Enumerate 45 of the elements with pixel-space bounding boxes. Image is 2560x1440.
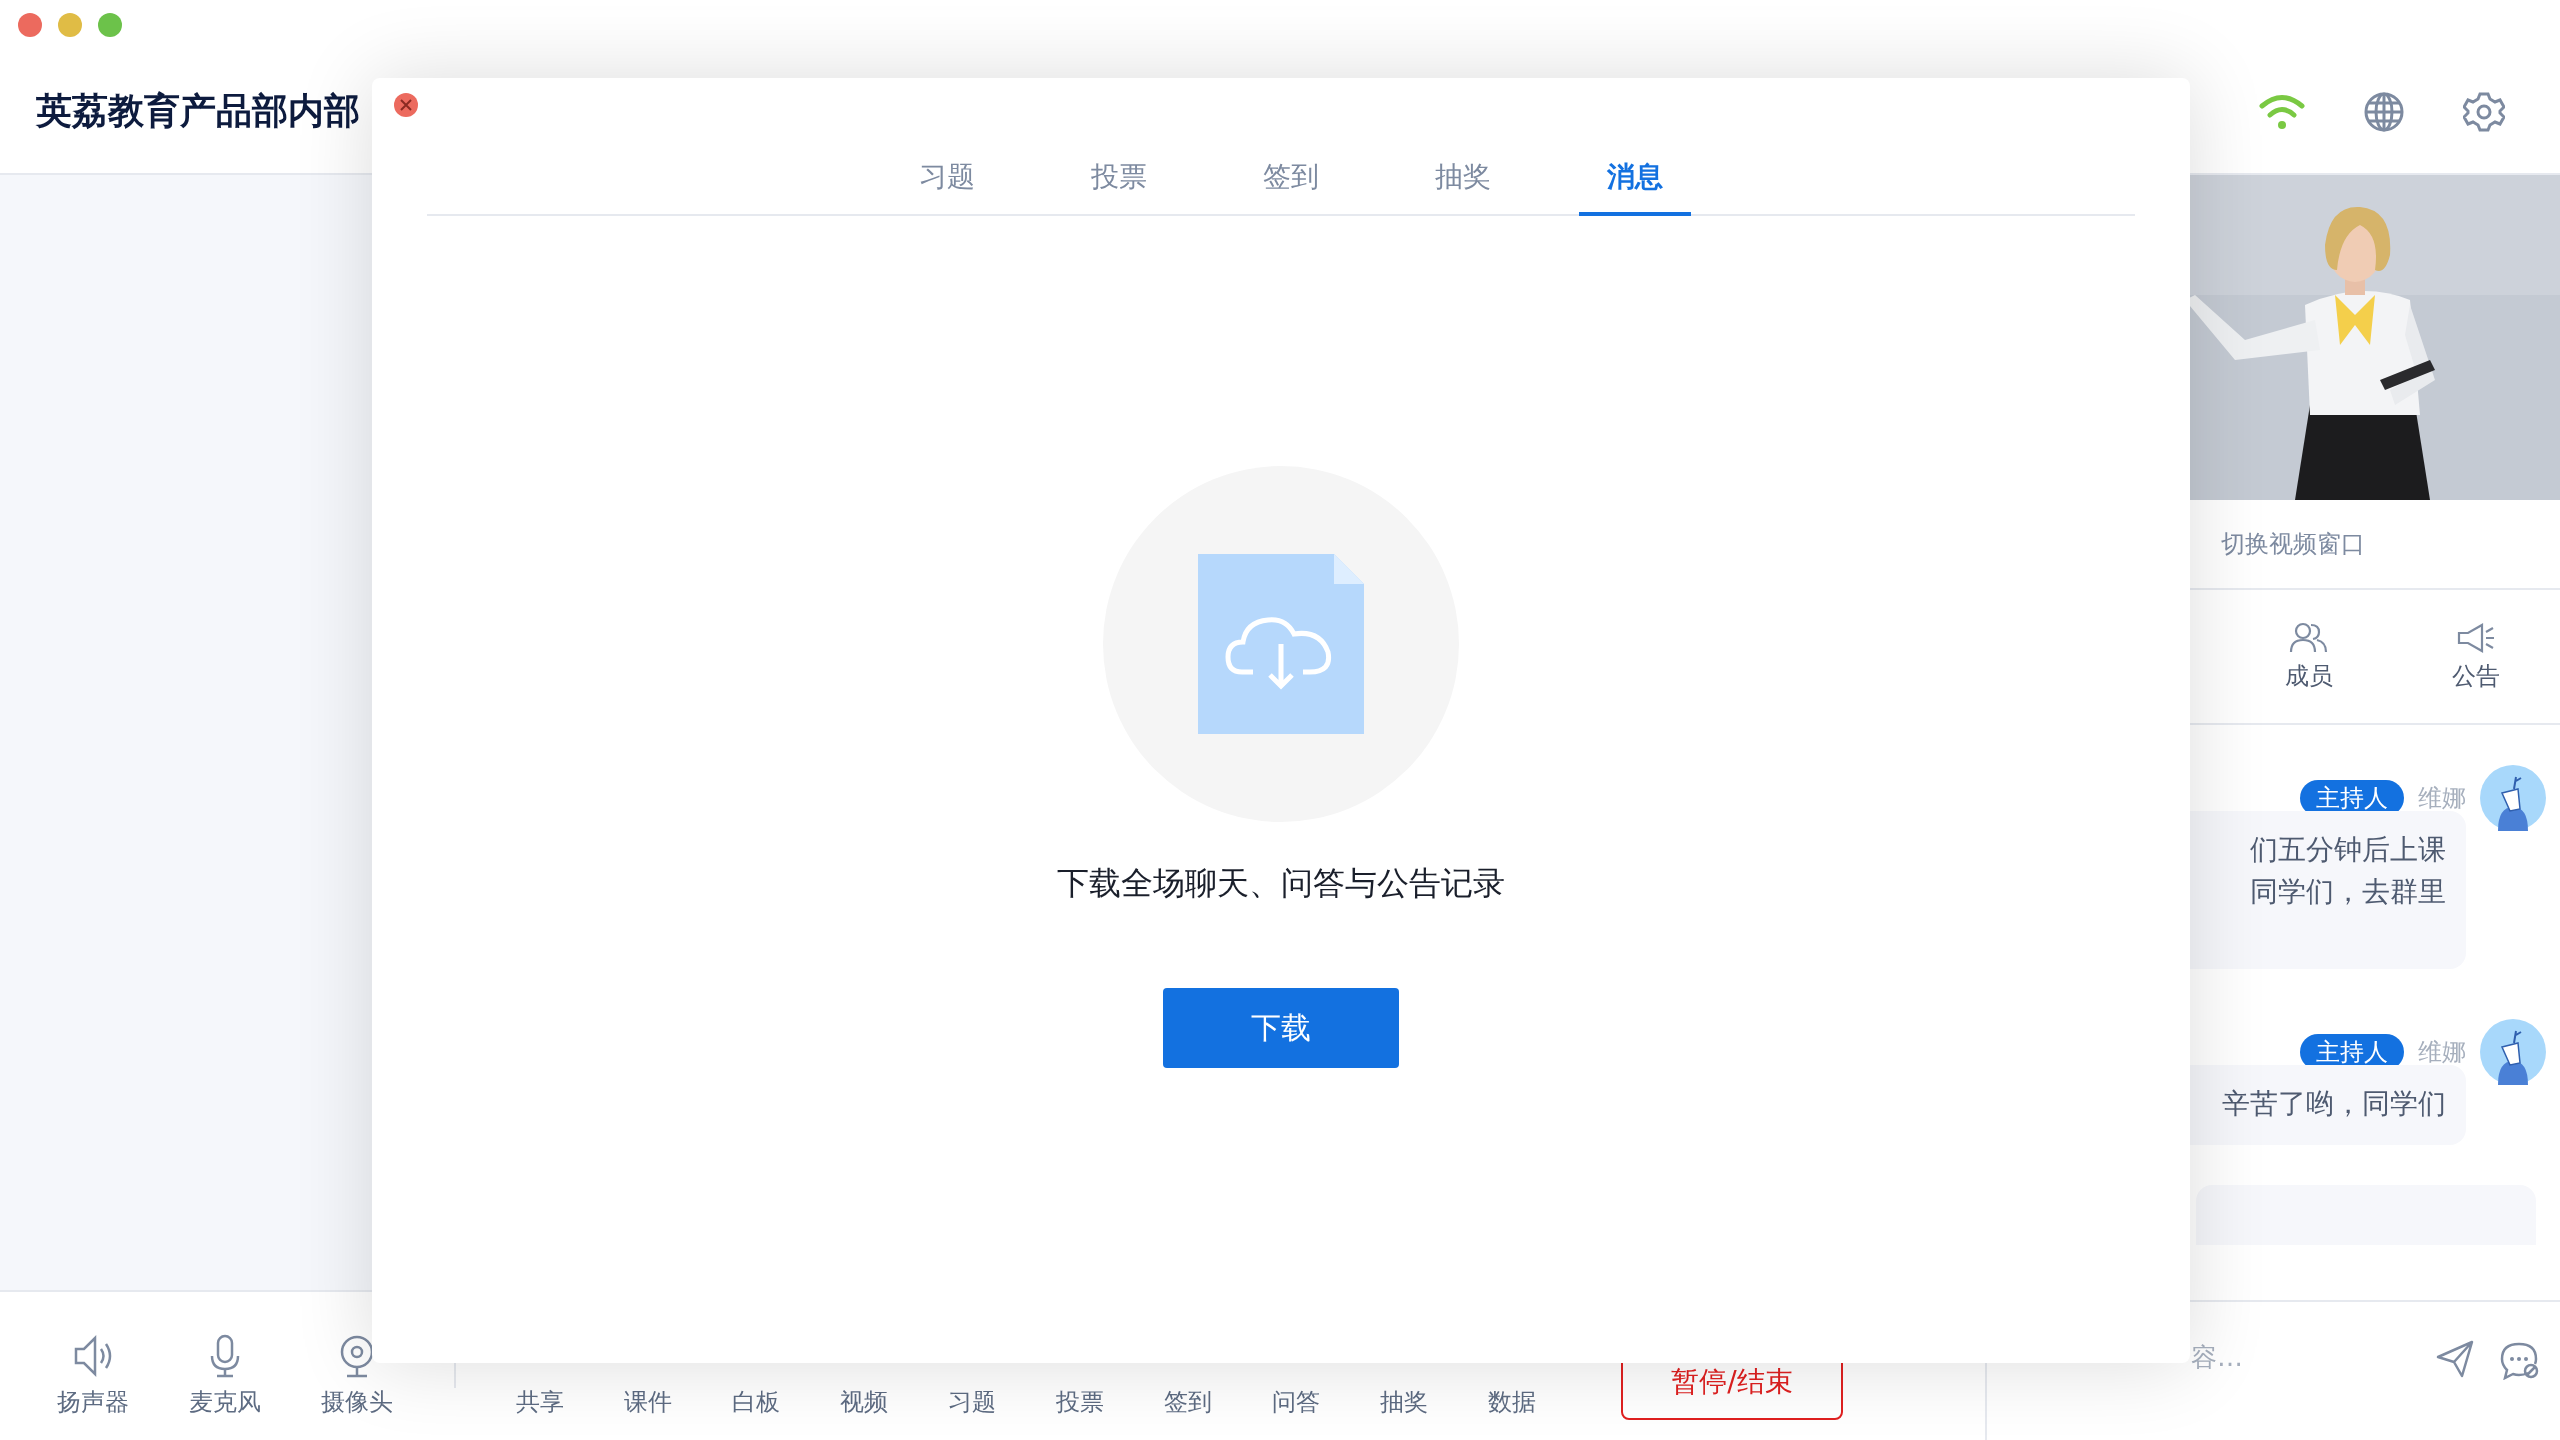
toolbar-button[interactable]: 白板	[712, 1386, 800, 1418]
sender-name: 维娜	[2418, 1037, 2466, 1068]
device-button[interactable]: 扬声器	[38, 1334, 148, 1418]
close-icon	[399, 98, 413, 112]
send-icon[interactable]	[2436, 1340, 2474, 1378]
dialog-tab[interactable]: 投票	[1063, 158, 1175, 216]
maximize-window-button[interactable]	[98, 13, 122, 37]
sender-name: 维娜	[2418, 783, 2466, 814]
dialog-tab[interactable]: 消息	[1579, 158, 1691, 216]
toolbar-button[interactable]: 抽奖	[1360, 1386, 1448, 1418]
wifi-icon[interactable]	[2259, 92, 2305, 131]
close-button[interactable]	[394, 93, 418, 117]
speaker-icon	[73, 1334, 113, 1378]
cloud-download-file-icon	[1198, 554, 1364, 734]
close-window-button[interactable]	[18, 13, 42, 37]
toolbar-button[interactable]: 习题	[928, 1386, 1016, 1418]
device-button[interactable]: 麦克风	[170, 1334, 280, 1418]
toolbar-button[interactable]: 视频	[820, 1386, 908, 1418]
message-text: 们五分钟后上课	[2250, 832, 2446, 868]
message-text: 同学们，去群里	[2250, 874, 2446, 910]
toolbar-button[interactable]: 签到	[1144, 1386, 1232, 1418]
panel-tab[interactable]: 成员	[2284, 621, 2333, 692]
toolbar-button[interactable]: 问答	[1252, 1386, 1340, 1418]
download-button[interactable]: 下载	[1163, 988, 1399, 1068]
toolbar-button[interactable]: 课件	[604, 1386, 692, 1418]
dialog-tab[interactable]: 抽奖	[1407, 158, 1519, 216]
toolbar-button[interactable]: 数据	[1468, 1386, 1556, 1418]
minimize-window-button[interactable]	[58, 13, 82, 37]
chat-off-icon[interactable]	[2500, 1340, 2540, 1380]
device-button[interactable]: 摄像头	[302, 1334, 412, 1418]
dialog-message: 下载全场聊天、问答与公告记录	[1057, 863, 1505, 904]
toolbar-button[interactable]: 投票	[1036, 1386, 1124, 1418]
dialog-tab[interactable]: 签到	[1235, 158, 1347, 216]
globe-icon[interactable]	[2363, 90, 2405, 133]
dialog-tab[interactable]: 习题	[891, 158, 1003, 216]
settings-icon[interactable]	[2463, 90, 2505, 133]
panel-tab[interactable]: 公告	[2452, 621, 2501, 692]
megaphone-icon	[2456, 621, 2497, 654]
toolbar-button[interactable]: 共享	[496, 1386, 584, 1418]
switch-video-link[interactable]: 切换视频窗口	[2221, 528, 2365, 560]
people-icon	[2288, 621, 2329, 654]
meeting-title: 英荔教育产品部内部	[36, 89, 360, 133]
avatar	[2480, 1019, 2546, 1085]
message-text: 辛苦了哟，同学们	[2222, 1086, 2446, 1122]
avatar	[2480, 765, 2546, 831]
